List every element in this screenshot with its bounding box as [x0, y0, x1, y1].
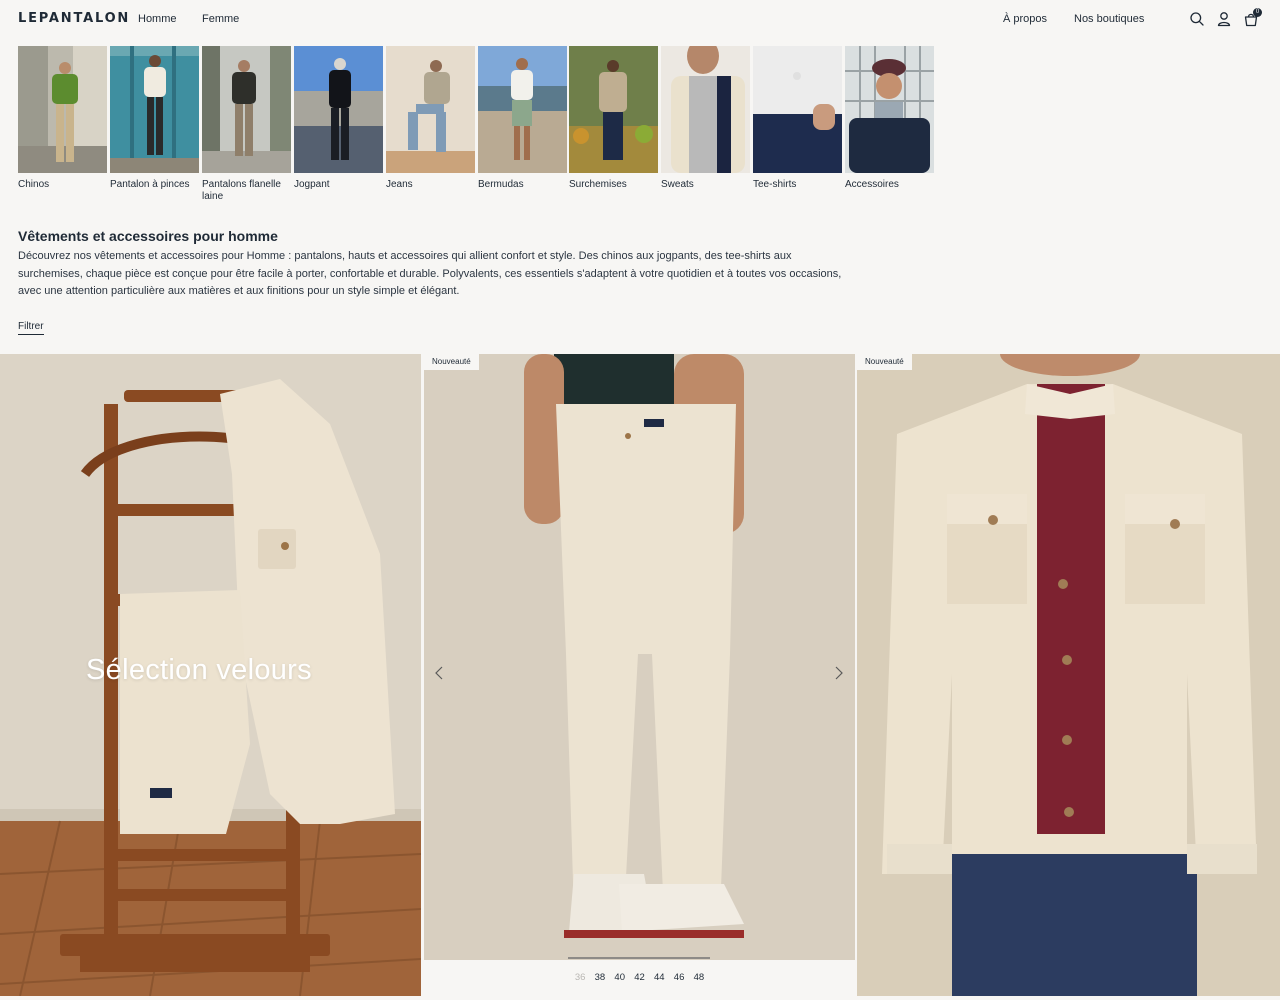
category-label: Pantalon à pinces [110, 179, 190, 190]
logo[interactable]: LEPANTALON [18, 11, 130, 26]
category-label: Pantalons flanelle laine [202, 179, 281, 202]
nav-femme[interactable]: Femme [202, 13, 239, 25]
category-image [661, 46, 750, 173]
chevron-left-icon[interactable] [432, 664, 446, 682]
product-card[interactable]: Nouveauté [857, 354, 1280, 996]
category-image [386, 46, 475, 173]
category-pantalons-flanelle-laine[interactable]: Pantalons flanelle laine [202, 46, 291, 203]
category-tee-shirts[interactable]: Tee-shirts [753, 46, 842, 191]
category-bermudas[interactable]: Bermudas [478, 46, 567, 191]
category-surchemises[interactable]: Surchemises [569, 46, 658, 191]
category-image [845, 46, 934, 173]
size-selector: 36 38 40 42 44 46 48 [424, 960, 855, 994]
site-header: LEPANTALON Homme Femme À propos Nos bout… [0, 0, 1280, 38]
new-badge: Nouveauté [424, 354, 479, 370]
category-image [294, 46, 383, 173]
category-jeans[interactable]: Jeans [386, 46, 475, 191]
category-label: Tee-shirts [753, 179, 797, 190]
page-title: Vêtements et accessoires pour homme [18, 228, 278, 244]
category-image [202, 46, 291, 173]
category-image [478, 46, 567, 173]
category-image [110, 46, 199, 173]
category-label: Accessoires [845, 179, 899, 190]
page-description: Découvrez nos vêtements et accessoires p… [18, 250, 842, 297]
nav-homme[interactable]: Homme [138, 13, 177, 25]
product-card[interactable]: Nouveauté 36 38 40 42 44 46 48 [424, 354, 855, 1000]
new-badge: Nouveauté [857, 354, 912, 370]
image-carousel-progress [568, 957, 710, 959]
hero-title: Sélection velours [86, 654, 312, 686]
category-accessoires[interactable]: Accessoires [845, 46, 934, 191]
category-image [569, 46, 658, 173]
size-option[interactable]: 36 [570, 972, 590, 983]
cart-count-badge: 0 [1253, 8, 1262, 17]
category-chinos[interactable]: Chinos [18, 46, 107, 191]
size-option[interactable]: 44 [649, 972, 669, 983]
filter-button[interactable]: Filtrer [18, 321, 44, 335]
category-label: Sweats [661, 179, 694, 190]
category-image [753, 46, 842, 173]
size-option[interactable]: 42 [630, 972, 650, 983]
account-icon[interactable] [1216, 11, 1232, 27]
product-image [857, 354, 1280, 996]
category-sweats[interactable]: Sweats [661, 46, 750, 191]
category-label: Chinos [18, 179, 50, 190]
category-label: Jogpant [294, 179, 330, 190]
size-option[interactable]: 46 [669, 972, 689, 983]
size-option[interactable]: 40 [610, 972, 630, 983]
category-image [18, 46, 107, 173]
size-option[interactable]: 38 [590, 972, 610, 983]
nav-a-propos[interactable]: À propos [1003, 13, 1047, 25]
search-icon[interactable] [1189, 11, 1205, 27]
category-label: Bermudas [478, 179, 524, 190]
size-option[interactable]: 48 [689, 972, 709, 983]
product-image [424, 354, 855, 960]
category-pantalon-a-pinces[interactable]: Pantalon à pinces [110, 46, 199, 191]
nav-nos-boutiques[interactable]: Nos boutiques [1074, 13, 1144, 25]
category-label: Surchemises [569, 179, 627, 190]
hero-banner[interactable]: Sélection velours [0, 354, 421, 996]
category-label: Jeans [386, 179, 413, 190]
category-jogpant[interactable]: Jogpant [294, 46, 383, 191]
chevron-right-icon[interactable] [832, 664, 846, 682]
